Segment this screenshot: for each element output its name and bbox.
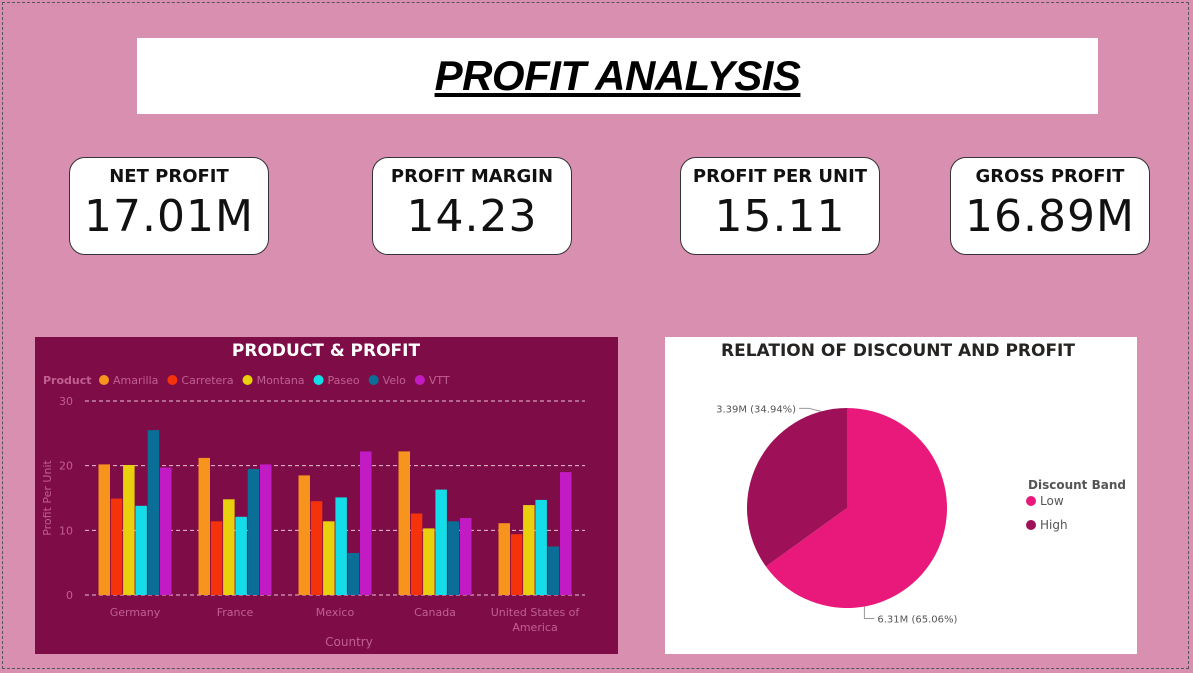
legend-title: Product bbox=[43, 374, 92, 387]
bar-velo-canada bbox=[447, 521, 460, 595]
bar-amarilla-france bbox=[198, 457, 210, 595]
bar-velo-france bbox=[247, 468, 260, 595]
leader-line bbox=[799, 407, 822, 412]
bar-chart-title: PRODUCT & PROFIT bbox=[232, 341, 421, 361]
legend-marker bbox=[414, 375, 425, 385]
pie-chart-panel[interactable]: RELATION OF DISCOUNT AND PROFIT 6.31M (6… bbox=[665, 337, 1137, 654]
bar-vtt-canada bbox=[460, 518, 472, 595]
x-tick-label: United States of America bbox=[491, 606, 581, 634]
bar-amarilla-germany bbox=[98, 464, 110, 595]
bar-montana-germany bbox=[123, 465, 135, 595]
legend-label: VTT bbox=[429, 374, 450, 387]
x-tick-label: France bbox=[217, 606, 254, 619]
legend-marker bbox=[368, 375, 379, 385]
legend-label: Velo bbox=[383, 374, 406, 387]
legend-marker bbox=[313, 375, 324, 385]
bar-montana-france bbox=[223, 499, 235, 595]
bar-velo-germany bbox=[147, 430, 160, 595]
card-label: NET PROFIT bbox=[109, 166, 229, 187]
card-value: 16.89M bbox=[965, 191, 1135, 242]
card-label: PROFIT PER UNIT bbox=[692, 166, 868, 187]
x-axis-label: Country bbox=[325, 635, 373, 649]
card-label: GROSS PROFIT bbox=[975, 166, 1125, 187]
y-tick-label: 0 bbox=[66, 589, 73, 602]
pie-legend-marker bbox=[1026, 496, 1036, 506]
bar-paseo-france bbox=[235, 516, 247, 595]
card-net-profit[interactable]: NET PROFIT 17.01M bbox=[69, 157, 269, 255]
bar-carretera-canada bbox=[410, 513, 423, 595]
legend-label: Carretera bbox=[181, 374, 233, 387]
bar-carretera-germany bbox=[110, 498, 123, 595]
pie-legend-label: High bbox=[1040, 518, 1068, 532]
card-value: 14.23 bbox=[406, 191, 538, 242]
bar-paseo-united-states-of-america bbox=[535, 499, 547, 595]
pie-chart-title: RELATION OF DISCOUNT AND PROFIT bbox=[721, 341, 1075, 361]
bar-montana-mexico bbox=[323, 521, 335, 595]
legend-label: Montana bbox=[257, 374, 305, 387]
bar-amarilla-canada bbox=[398, 451, 410, 595]
legend-marker bbox=[99, 375, 109, 385]
y-tick-label: 20 bbox=[59, 460, 73, 473]
bar-chart-legend: Product Amarilla Carretera Montana Paseo Velo… bbox=[43, 374, 450, 387]
bar-amarilla-mexico bbox=[298, 475, 310, 595]
bar-amarilla-united-states-of-america bbox=[498, 523, 510, 595]
x-tick-label: Canada bbox=[414, 606, 456, 619]
card-value: 17.01M bbox=[84, 191, 254, 242]
bar-paseo-germany bbox=[135, 505, 147, 595]
legend-marker bbox=[242, 375, 253, 385]
bar-vtt-mexico bbox=[360, 451, 372, 595]
bar-chart-x-ticks: Germany France Mexico Canada United States o… bbox=[110, 606, 581, 634]
pie-legend-title: Discount Band bbox=[1028, 478, 1126, 492]
card-label: PROFIT MARGIN bbox=[390, 166, 554, 187]
pie-slices bbox=[747, 408, 948, 608]
pie-legend-marker bbox=[1026, 520, 1036, 530]
card-profit-per-unit[interactable]: PROFIT PER UNIT 15.11 bbox=[680, 157, 880, 255]
bar-paseo-canada bbox=[435, 489, 447, 595]
pie-label-high: 3.39M (34.94%) bbox=[716, 404, 796, 415]
pie-legend-label: Low bbox=[1040, 494, 1064, 508]
card-profit-margin[interactable]: PROFIT MARGIN 14.23 bbox=[372, 157, 572, 255]
bar-velo-mexico bbox=[347, 553, 360, 595]
leader-line bbox=[863, 606, 875, 619]
bar-carretera-united-states-of-america bbox=[510, 534, 523, 595]
bar-vtt-united-states-of-america bbox=[560, 472, 572, 595]
card-value: 15.11 bbox=[714, 191, 846, 242]
pie-chart[interactable]: RELATION OF DISCOUNT AND PROFIT 6.31M (6… bbox=[665, 337, 1137, 654]
bar-vtt-france bbox=[260, 464, 272, 595]
bar-chart-panel[interactable]: PRODUCT & PROFIT Product Amarilla Carreter… bbox=[35, 337, 618, 654]
y-tick-label: 10 bbox=[59, 524, 73, 537]
bar-montana-canada bbox=[423, 528, 435, 595]
bar-chart[interactable]: PRODUCT & PROFIT Product Amarilla Carreter… bbox=[35, 337, 618, 654]
legend-label: Paseo bbox=[328, 374, 360, 387]
x-tick-label: Germany bbox=[110, 606, 161, 619]
x-tick-label: Mexico bbox=[316, 606, 355, 619]
legend-marker bbox=[167, 375, 178, 385]
bar-velo-united-states-of-america bbox=[547, 546, 560, 595]
page-title: PROFIT ANALYSIS bbox=[434, 52, 801, 99]
bar-paseo-mexico bbox=[335, 497, 347, 595]
bar-vtt-germany bbox=[160, 467, 172, 595]
bar-carretera-mexico bbox=[310, 501, 323, 595]
y-axis-label: Profit Per Unit bbox=[41, 460, 54, 536]
y-tick-label: 30 bbox=[59, 395, 73, 408]
bar-chart-marks bbox=[98, 430, 572, 595]
title-banner: PROFIT ANALYSIS bbox=[137, 38, 1098, 114]
pie-legend: Discount Band Low High bbox=[1026, 478, 1126, 532]
pie-label-low: 6.31M (65.06%) bbox=[877, 615, 957, 626]
card-gross-profit[interactable]: GROSS PROFIT 16.89M bbox=[950, 157, 1150, 255]
legend-label: Amarilla bbox=[113, 374, 158, 387]
bar-montana-united-states-of-america bbox=[523, 505, 535, 595]
bar-carretera-france bbox=[210, 521, 223, 595]
